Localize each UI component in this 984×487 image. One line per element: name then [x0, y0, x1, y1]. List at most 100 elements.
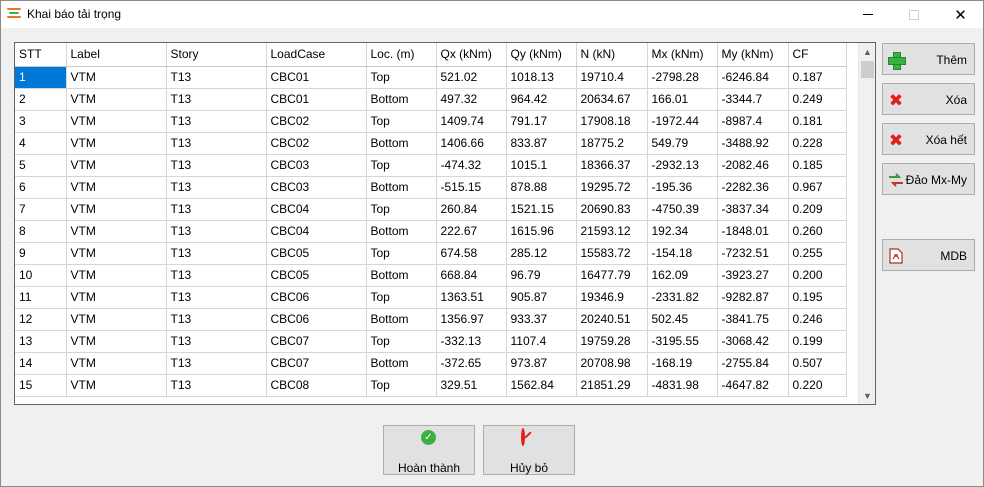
table-cell[interactable]: 1521.15	[506, 198, 577, 221]
table-row[interactable]: 15 VTM T13 CBC08 Top 329.51 1562.84 21851.29 -48…	[15, 374, 847, 397]
table-cell[interactable]: T13	[166, 176, 267, 199]
table-cell[interactable]: 19346.9	[576, 286, 648, 309]
table-cell[interactable]: T13	[166, 352, 267, 375]
table-cell[interactable]: 549.79	[647, 132, 718, 155]
table-cell[interactable]: Bottom	[366, 220, 437, 243]
table-cell[interactable]: 7	[15, 198, 67, 221]
table-cell[interactable]: 166.01	[647, 88, 718, 111]
table-cell[interactable]: 14	[15, 352, 67, 375]
table-row[interactable]: 12 VTM T13 CBC06 Bottom 1356.97 933.37 20240.51…	[15, 308, 847, 331]
table-cell[interactable]: 21851.29	[576, 374, 648, 397]
table-cell[interactable]: 0.220	[788, 374, 847, 397]
swap-mx-my-button[interactable]: Đảo Mx-My	[882, 163, 975, 195]
table-cell[interactable]: Top	[366, 110, 437, 133]
table-row[interactable]: 8 VTM T13 CBC04 Bottom 222.67 1615.96 21593.12 1…	[15, 220, 847, 243]
close-button[interactable]: ✕	[938, 1, 983, 28]
table-cell[interactable]: 0.199	[788, 330, 847, 353]
table-cell[interactable]: 1	[15, 66, 67, 89]
table-cell[interactable]: 13	[15, 330, 67, 353]
table-cell[interactable]: -2282.36	[717, 176, 789, 199]
table-row[interactable]: 14 VTM T13 CBC07 Bottom -372.65 973.87 20708.98…	[15, 352, 847, 375]
table-cell[interactable]: 260.84	[436, 198, 507, 221]
table-cell[interactable]: -4831.98	[647, 374, 718, 397]
table-cell[interactable]: 9	[15, 242, 67, 265]
table-cell[interactable]: VTM	[66, 176, 167, 199]
column-header[interactable]: Loc. (m)	[366, 43, 437, 67]
table-cell[interactable]: 12	[15, 308, 67, 331]
table-cell[interactable]: VTM	[66, 352, 167, 375]
table-cell[interactable]: CBC07	[266, 330, 367, 353]
column-header[interactable]: Qy (kNm)	[506, 43, 577, 67]
table-cell[interactable]: T13	[166, 264, 267, 287]
table-cell[interactable]: VTM	[66, 132, 167, 155]
table-row[interactable]: 3 VTM T13 CBC02 Top 1409.74 791.17 17908.18 -197…	[15, 110, 847, 133]
table-cell[interactable]: Bottom	[366, 352, 437, 375]
table-cell[interactable]: -7232.51	[717, 242, 789, 265]
table-cell[interactable]: -168.19	[647, 352, 718, 375]
column-header[interactable]: CF	[788, 43, 847, 67]
finish-button[interactable]: ✓ Hoàn thành	[383, 425, 475, 475]
table-cell[interactable]: 18366.37	[576, 154, 648, 177]
table-cell[interactable]: CBC03	[266, 154, 367, 177]
scroll-thumb[interactable]	[861, 61, 874, 78]
table-cell[interactable]: 0.967	[788, 176, 847, 199]
table-cell[interactable]: 964.42	[506, 88, 577, 111]
scroll-up-icon[interactable]: ▲	[859, 43, 875, 60]
table-cell[interactable]: 521.02	[436, 66, 507, 89]
table-cell[interactable]: -4647.82	[717, 374, 789, 397]
table-cell[interactable]: Top	[366, 286, 437, 309]
table-cell[interactable]: -1972.44	[647, 110, 718, 133]
table-cell[interactable]: T13	[166, 66, 267, 89]
table-cell[interactable]: T13	[166, 154, 267, 177]
table-cell[interactable]: -372.65	[436, 352, 507, 375]
table-cell[interactable]: 20690.83	[576, 198, 648, 221]
add-button[interactable]: Thêm	[882, 43, 975, 75]
table-cell[interactable]: CBC03	[266, 176, 367, 199]
table-cell[interactable]: CBC04	[266, 220, 367, 243]
table-cell[interactable]: 0.255	[788, 242, 847, 265]
table-cell[interactable]: 0.195	[788, 286, 847, 309]
table-cell[interactable]: 222.67	[436, 220, 507, 243]
table-cell[interactable]: 1018.13	[506, 66, 577, 89]
table-cell[interactable]: 502.45	[647, 308, 718, 331]
table-cell[interactable]: 0.249	[788, 88, 847, 111]
table-cell[interactable]: -2082.46	[717, 154, 789, 177]
table-cell[interactable]: VTM	[66, 154, 167, 177]
table-cell[interactable]: 96.79	[506, 264, 577, 287]
table-cell[interactable]: 15583.72	[576, 242, 648, 265]
table-cell[interactable]: 973.87	[506, 352, 577, 375]
table-cell[interactable]: -515.15	[436, 176, 507, 199]
table-cell[interactable]: 0.260	[788, 220, 847, 243]
table-cell[interactable]: T13	[166, 132, 267, 155]
table-cell[interactable]: 0.187	[788, 66, 847, 89]
table-cell[interactable]: CBC08	[266, 374, 367, 397]
table-cell[interactable]: 19295.72	[576, 176, 648, 199]
table-cell[interactable]: Top	[366, 66, 437, 89]
table-cell[interactable]: 0.209	[788, 198, 847, 221]
table-cell[interactable]: 1562.84	[506, 374, 577, 397]
table-cell[interactable]: 833.87	[506, 132, 577, 155]
table-cell[interactable]: T13	[166, 88, 267, 111]
table-cell[interactable]: VTM	[66, 286, 167, 309]
table-cell[interactable]: 1107.4	[506, 330, 577, 353]
table-row[interactable]: 10 VTM T13 CBC05 Bottom 668.84 96.79 16477.79 16…	[15, 264, 847, 287]
table-cell[interactable]: 18775.2	[576, 132, 648, 155]
cancel-button[interactable]: Hủy bỏ	[483, 425, 575, 475]
table-cell[interactable]: 0.228	[788, 132, 847, 155]
table-cell[interactable]: CBC06	[266, 286, 367, 309]
table-cell[interactable]: 1015.1	[506, 154, 577, 177]
table-cell[interactable]: T13	[166, 374, 267, 397]
table-cell[interactable]: 21593.12	[576, 220, 648, 243]
table-cell[interactable]: 162.09	[647, 264, 718, 287]
table-cell[interactable]: Top	[366, 374, 437, 397]
table-cell[interactable]: -1848.01	[717, 220, 789, 243]
table-cell[interactable]: VTM	[66, 198, 167, 221]
table-cell[interactable]: CBC05	[266, 264, 367, 287]
table-cell[interactable]: 20240.51	[576, 308, 648, 331]
table-cell[interactable]: VTM	[66, 374, 167, 397]
table-cell[interactable]: CBC07	[266, 352, 367, 375]
table-cell[interactable]: T13	[166, 286, 267, 309]
table-row[interactable]: 9 VTM T13 CBC05 Top 674.58 285.12 15583.72 -154.…	[15, 242, 847, 265]
table-cell[interactable]: VTM	[66, 110, 167, 133]
table-cell[interactable]: 1406.66	[436, 132, 507, 155]
